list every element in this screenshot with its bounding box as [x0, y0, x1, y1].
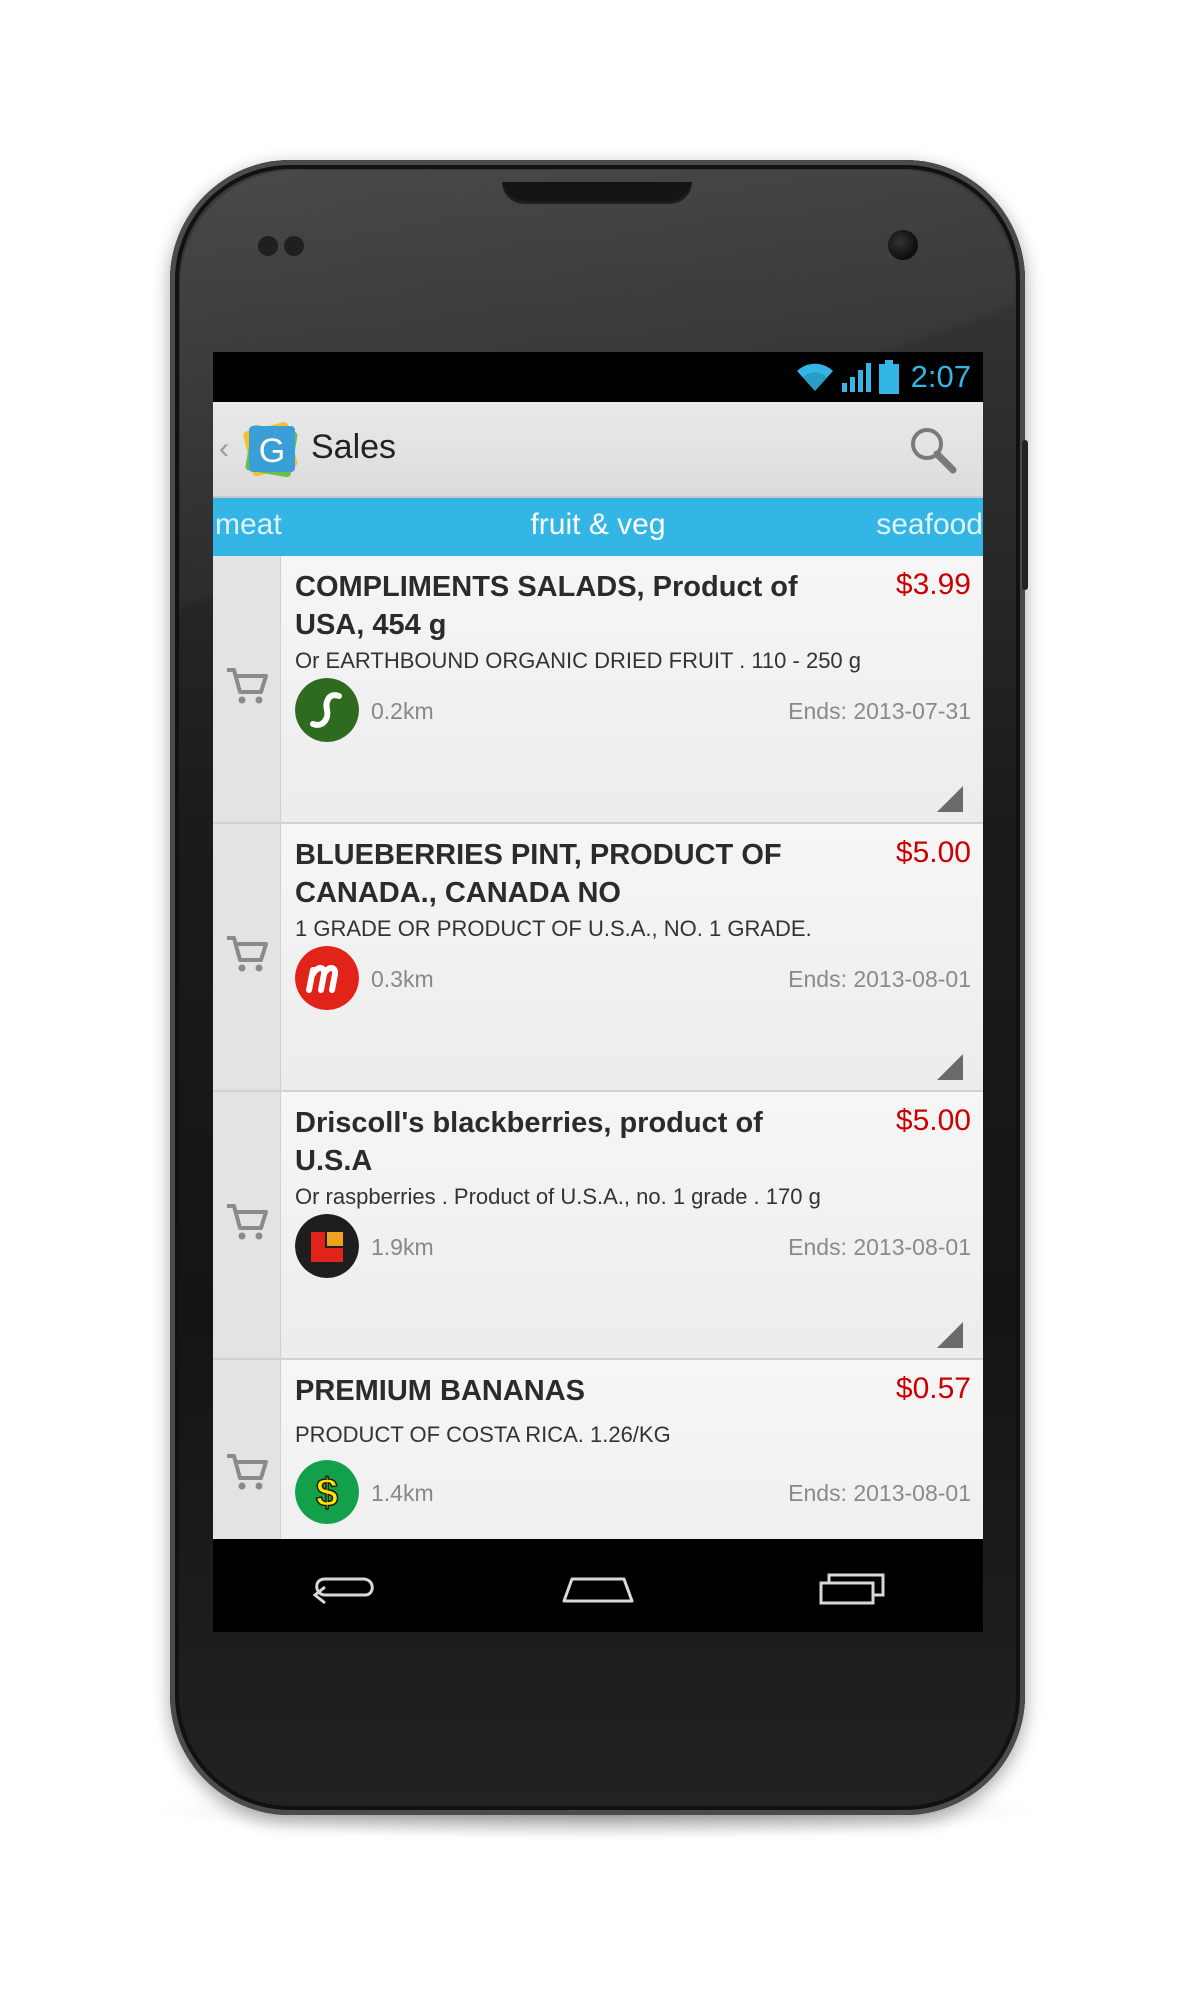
front-camera: [888, 230, 918, 260]
metro-logo-icon: [295, 946, 359, 1010]
item-description: Or EARTHBOUND ORGANIC DRIED FRUIT . 110 …: [295, 648, 862, 673]
tab-seafood[interactable]: seafood: [876, 508, 983, 542]
action-bar: ‹ G Sales: [213, 402, 983, 498]
search-icon[interactable]: [905, 422, 961, 478]
item-description: 1 GRADE OR PRODUCT OF U.S.A., NO. 1 GRAD…: [295, 916, 812, 941]
item-description: PRODUCT OF COSTA RICA. 1.26/KG: [295, 1422, 671, 1447]
page-title: Sales: [311, 428, 397, 466]
navigation-bar: [213, 1539, 983, 1632]
cart-icon[interactable]: [225, 1452, 269, 1492]
item-title: PREMIUM BANANAS: [295, 1375, 585, 1407]
expand-corner-icon[interactable]: [937, 1322, 963, 1348]
dollar-logo-icon: $: [295, 1460, 359, 1524]
item-end-date: Ends: 2013-08-01: [788, 1234, 971, 1260]
proximity-sensor: [258, 236, 278, 256]
signal-icon: [841, 363, 871, 392]
item-price: $5.00: [895, 1104, 971, 1137]
item-title: COMPLIMENTS SALADS, Product of USA, 454 …: [295, 571, 798, 641]
power-button[interactable]: [1022, 440, 1028, 590]
item-price: $3.99: [895, 568, 971, 601]
up-caret-icon[interactable]: ‹: [219, 432, 229, 466]
recent-apps-icon[interactable]: [813, 1561, 893, 1611]
item-end-date: Ends: 2013-08-01: [788, 966, 971, 992]
earpiece-speaker: [502, 182, 692, 204]
item-gutter: [213, 1360, 281, 1539]
expand-corner-icon[interactable]: [937, 1054, 963, 1080]
list-item[interactable]: Driscoll's blackberries, product of U.S.…: [213, 1092, 983, 1360]
wifi-icon: [796, 363, 833, 391]
app-logo-icon[interactable]: G: [241, 418, 303, 480]
sobeys-logo-icon: [295, 678, 359, 742]
list-item[interactable]: COMPLIMENTS SALADS, Product of USA, 454 …: [213, 556, 983, 824]
home-icon[interactable]: [558, 1561, 638, 1611]
item-price: $5.00: [895, 836, 971, 869]
item-description: Or raspberries . Product of U.S.A., no. …: [295, 1184, 821, 1209]
deals-list: COMPLIMENTS SALADS, Product of USA, 454 …: [213, 556, 983, 1539]
list-item[interactable]: PREMIUM BANANAS $0.57 PRODUCT OF COSTA R…: [213, 1360, 983, 1539]
item-title: Driscoll's blackberries, product of U.S.…: [295, 1107, 763, 1177]
item-gutter: [213, 1092, 281, 1358]
category-tabs: fruit & veg meat seafood: [213, 498, 983, 556]
item-end-date: Ends: 2013-07-31: [788, 698, 971, 724]
item-distance: 1.9km: [371, 1234, 434, 1260]
app-logo-letter: G: [259, 432, 285, 470]
phone-screen: 2:07 ‹ G Sales fruit & veg meat seafood: [213, 352, 983, 1632]
loblaws-logo-icon: [295, 1214, 359, 1278]
cart-icon[interactable]: [225, 934, 269, 974]
light-sensor: [284, 236, 304, 256]
status-bar: 2:07: [213, 352, 983, 402]
item-end-date: Ends: 2013-08-01: [788, 1480, 971, 1506]
item-title: BLUEBERRIES PINT, PRODUCT OF CANADA., CA…: [295, 839, 782, 909]
tab-fruit-veg[interactable]: fruit & veg: [213, 508, 983, 542]
cart-icon[interactable]: [225, 666, 269, 706]
status-clock: 2:07: [910, 359, 971, 394]
item-distance: 0.2km: [371, 698, 434, 724]
item-distance: 0.3km: [371, 966, 434, 992]
svg-text:$: $: [316, 1471, 338, 1515]
list-item[interactable]: BLUEBERRIES PINT, PRODUCT OF CANADA., CA…: [213, 824, 983, 1092]
item-distance: 1.4km: [371, 1480, 434, 1506]
expand-corner-icon[interactable]: [937, 786, 963, 812]
tab-meat[interactable]: meat: [215, 508, 282, 542]
item-gutter: [213, 824, 281, 1090]
item-price: $0.57: [895, 1372, 971, 1405]
battery-icon: [878, 360, 899, 394]
back-icon[interactable]: [303, 1561, 383, 1611]
item-gutter: [213, 556, 281, 822]
cart-icon[interactable]: [225, 1202, 269, 1242]
